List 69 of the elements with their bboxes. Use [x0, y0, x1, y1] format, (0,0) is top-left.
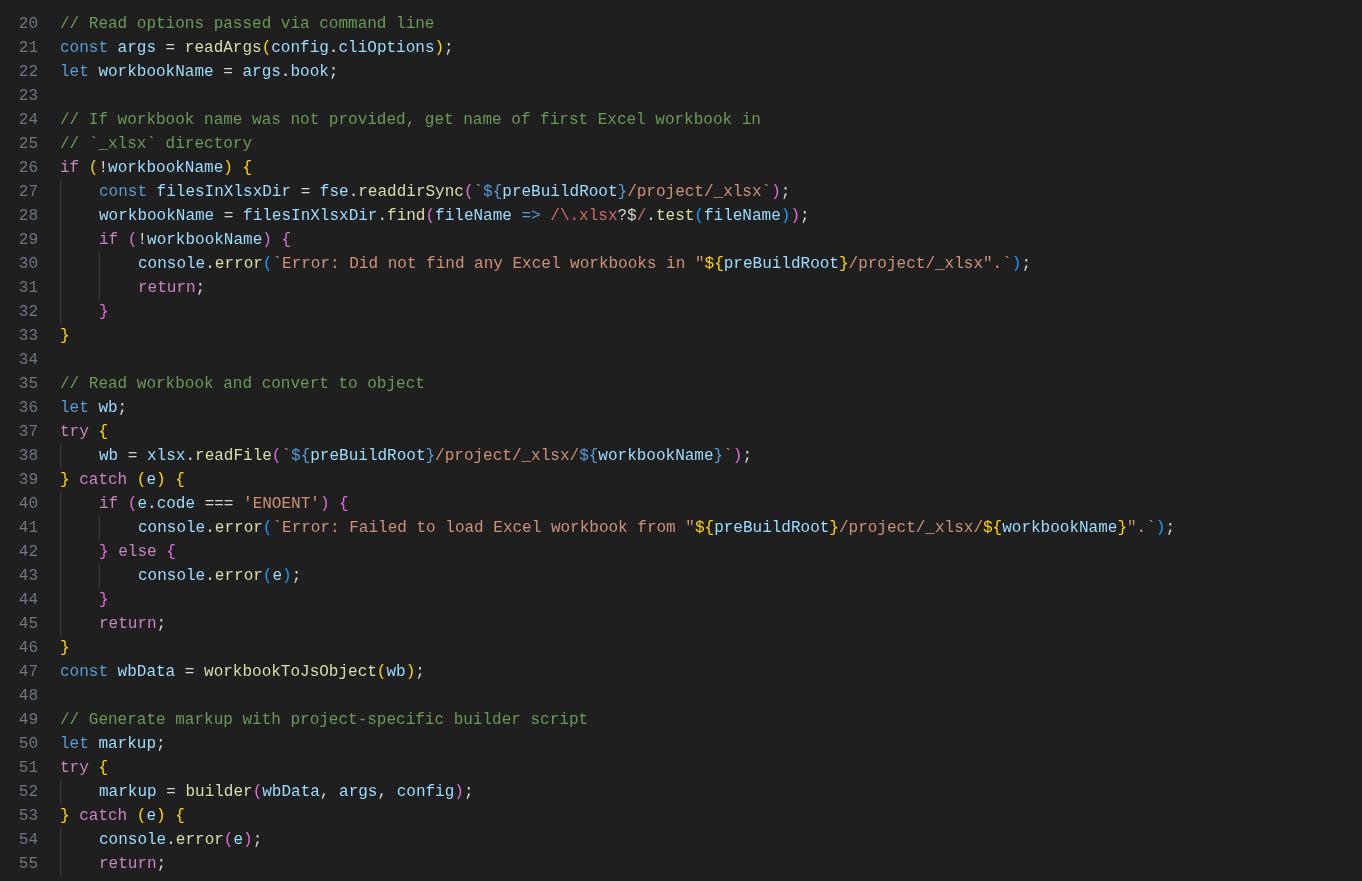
line-number: 55 — [17, 855, 38, 873]
line-number: 31 — [17, 279, 38, 297]
code-line: if (!workbookName) { — [60, 158, 253, 179]
code-line: const wbData = workbookToJsObject(wb); — [60, 662, 425, 683]
line-number: 27 — [17, 183, 38, 201]
line-number: 33 — [17, 327, 38, 345]
line-number: 30 — [17, 255, 38, 273]
code-line: if (e.code === 'ENOENT') { — [99, 494, 349, 515]
code-line: } — [99, 302, 109, 323]
code-line: const filesInXlsxDir = fse.readdirSync(`${preBuildRoot}/project/_xlsx`); — [99, 182, 791, 203]
code-line: let markup; — [60, 734, 166, 755]
code-line: console.error(e); — [99, 830, 263, 851]
line-number: 25 — [17, 135, 38, 153]
code-line: console.error(`Error: Failed to load Excel workbook from "${preBuildRoot}/project/_xlsx/${workbookName}".`); — [138, 518, 1176, 539]
line-number: 53 — [17, 807, 38, 825]
line-number: 22 — [17, 63, 38, 81]
line-number: 46 — [17, 639, 38, 657]
line-number: 45 — [17, 615, 38, 633]
code-line: } catch (e) { — [60, 470, 185, 491]
line-number: 29 — [17, 231, 38, 249]
code-line: try { — [60, 422, 108, 443]
code-line: // Read workbook and convert to object — [60, 374, 425, 395]
line-number: 23 — [17, 87, 38, 105]
code-line: try { — [60, 758, 108, 779]
code-line: wb = xlsx.readFile(`${preBuildRoot}/project/_xlsx/${workbookName}`); — [99, 446, 752, 467]
code-line: } catch (e) { — [60, 806, 185, 827]
code-line: workbookName = filesInXlsxDir.find(fileName => /\.xlsx?$/.test(fileName)); — [99, 206, 810, 227]
line-number: 40 — [17, 495, 38, 513]
line-number: 37 — [17, 423, 38, 441]
line-number: 35 — [17, 375, 38, 393]
code-line: // Generate markup with project-specific builder script — [60, 710, 589, 731]
line-number: 20 — [17, 15, 38, 33]
code-line: } — [99, 590, 109, 611]
line-number: 24 — [17, 111, 38, 129]
line-number: 32 — [17, 303, 38, 321]
line-number: 21 — [17, 39, 38, 57]
code-line: // Read options passed via command line — [60, 14, 435, 35]
code-line: let wb; — [60, 398, 128, 419]
line-number: 39 — [17, 471, 38, 489]
line-number: 54 — [17, 831, 38, 849]
line-number: 48 — [17, 687, 38, 705]
line-number: 38 — [17, 447, 38, 465]
code-line: if (!workbookName) { — [99, 230, 292, 251]
line-number: 34 — [17, 351, 38, 369]
code-line: // If workbook name was not provided, get name of first Excel workbook in — [60, 110, 761, 131]
code-line: const args = readArgs(config.cliOptions); — [60, 38, 454, 59]
code-line: console.error(`Error: Did not find any Excel workbooks in "${preBuildRoot}/project/_xlsx".`); — [138, 254, 1031, 275]
line-number: 51 — [17, 759, 38, 777]
code-line: console.error(e); — [138, 566, 302, 587]
line-number: 52 — [17, 783, 38, 801]
code-line: // `_xlsx` directory — [60, 134, 253, 155]
code-line: return; — [99, 614, 167, 635]
code-line: return; — [138, 278, 206, 299]
line-number: 43 — [17, 567, 38, 585]
line-number: 49 — [17, 711, 38, 729]
code-line: let workbookName = args.book; — [60, 62, 339, 83]
line-number: 26 — [17, 159, 38, 177]
code-line: } — [60, 638, 70, 659]
line-number: 41 — [17, 519, 38, 537]
code-line: return; — [99, 854, 167, 875]
line-number: 50 — [17, 735, 38, 753]
line-number: 42 — [17, 543, 38, 561]
line-number: 28 — [17, 207, 38, 225]
code-line: } else { — [99, 542, 176, 563]
line-number: 44 — [17, 591, 38, 609]
line-number: 47 — [17, 663, 38, 681]
code-line: } — [60, 326, 70, 347]
code-line: markup = builder(wbData, args, config); — [99, 782, 474, 803]
line-number: 36 — [17, 399, 38, 417]
